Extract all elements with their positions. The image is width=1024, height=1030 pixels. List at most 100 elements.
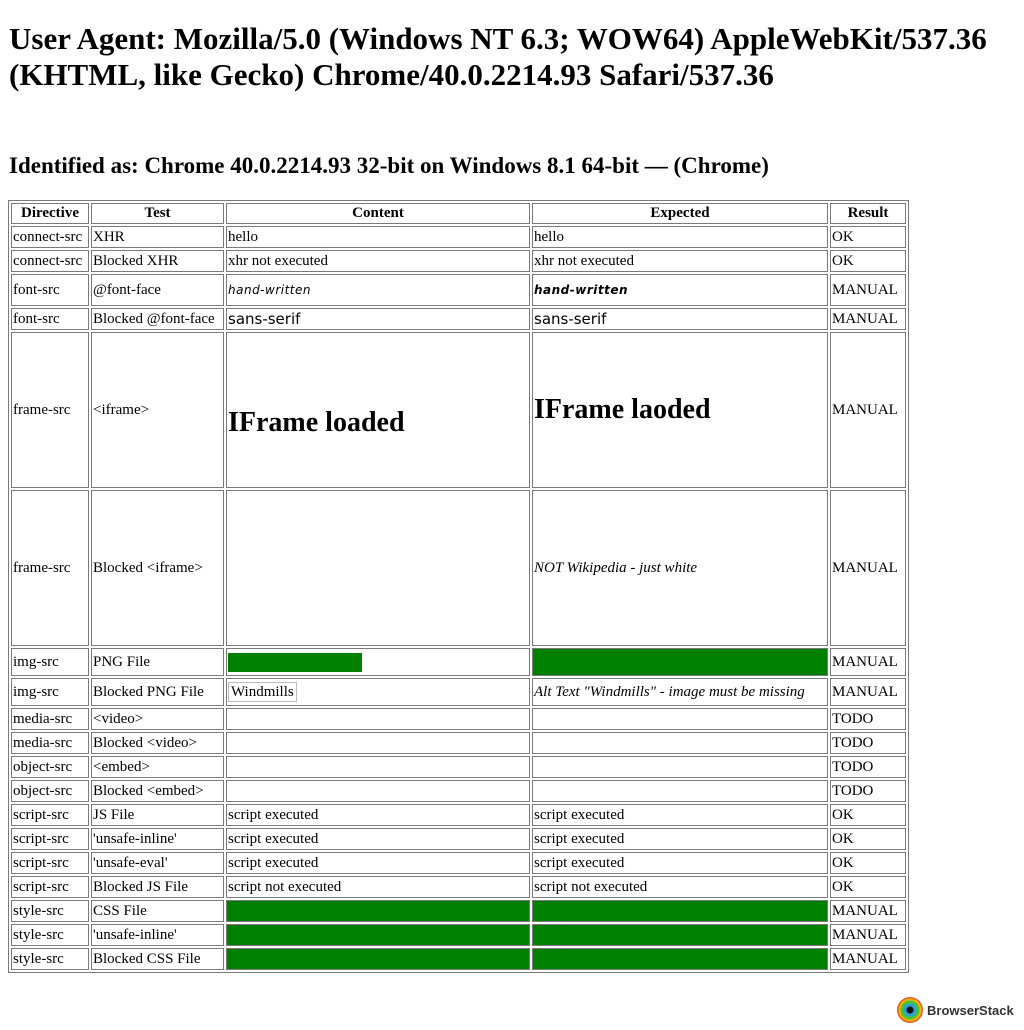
blocked-iframe-frame[interactable] — [226, 490, 530, 646]
result-cell: OK — [830, 852, 906, 874]
test-cell: Blocked PNG File — [91, 678, 224, 706]
test-cell: CSS File — [91, 900, 224, 922]
result-cell: MANUAL — [830, 308, 906, 330]
test-cell: Blocked <embed> — [91, 780, 224, 802]
column-header-result: Result — [830, 203, 906, 224]
directive-cell: object-src — [11, 756, 89, 778]
content-green-cell — [226, 948, 530, 970]
content-cell: script executed — [226, 852, 530, 874]
table-row: media-src Blocked <video> TODO — [11, 732, 906, 754]
content-cell: Windmills — [226, 678, 530, 706]
table-header-row: Directive Test Content Expected Result — [11, 203, 906, 224]
directive-cell: img-src — [11, 678, 89, 706]
content-cell: script not executed — [226, 876, 530, 898]
test-cell: 'unsafe-eval' — [91, 852, 224, 874]
expected-cell: xhr not executed — [532, 250, 828, 272]
result-cell: MANUAL — [830, 678, 906, 706]
test-cell: Blocked <video> — [91, 732, 224, 754]
content-cell: script executed — [226, 804, 530, 826]
result-cell: TODO — [830, 708, 906, 730]
table-row: style-src Blocked CSS File MANUAL — [11, 948, 906, 970]
table-row: script-src JS File script executed scrip… — [11, 804, 906, 826]
table-row: connect-src Blocked XHR xhr not executed… — [11, 250, 906, 272]
test-cell: 'unsafe-inline' — [91, 924, 224, 946]
directive-cell: media-src — [11, 732, 89, 754]
content-cell: hello — [226, 226, 530, 248]
content-cell: sans-serif — [226, 308, 530, 330]
test-cell: <embed> — [91, 756, 224, 778]
table-row: script-src 'unsafe-inline' script execut… — [11, 828, 906, 850]
test-cell: Blocked JS File — [91, 876, 224, 898]
result-cell: MANUAL — [830, 648, 906, 676]
iframe-loaded-text: IFrame loaded — [228, 407, 405, 438]
expected-cell: hand-written — [532, 274, 828, 306]
table-row: script-src Blocked JS File script not ex… — [11, 876, 906, 898]
table-row: style-src 'unsafe-inline' MANUAL — [11, 924, 906, 946]
directive-cell: object-src — [11, 780, 89, 802]
directive-cell: font-src — [11, 274, 89, 306]
result-cell: OK — [830, 226, 906, 248]
result-cell: OK — [830, 250, 906, 272]
browserstack-badge[interactable]: BrowserStack — [897, 996, 1022, 1024]
test-cell: Blocked @font-face — [91, 308, 224, 330]
directive-cell: script-src — [11, 828, 89, 850]
content-green-cell — [226, 900, 530, 922]
content-cell — [226, 756, 530, 778]
table-row: style-src CSS File MANUAL — [11, 900, 906, 922]
test-cell: <video> — [91, 708, 224, 730]
expected-green-cell — [532, 924, 828, 946]
test-cell: <iframe> — [91, 332, 224, 488]
expected-cell: IFrame laoded — [532, 332, 828, 488]
table-row: font-src @font-face hand-written hand-wr… — [11, 274, 906, 306]
directive-cell: script-src — [11, 804, 89, 826]
expected-cell: script executed — [532, 828, 828, 850]
expected-cell: Alt Text "Windmills" - image must be mis… — [532, 678, 828, 706]
column-header-directive: Directive — [11, 203, 89, 224]
test-cell: XHR — [91, 226, 224, 248]
expected-cell: hello — [532, 226, 828, 248]
content-green-cell — [226, 924, 530, 946]
table-row: font-src Blocked @font-face sans-serif s… — [11, 308, 906, 330]
expected-cell: script executed — [532, 852, 828, 874]
directive-cell: script-src — [11, 876, 89, 898]
result-cell: MANUAL — [830, 924, 906, 946]
table-row: object-src <embed> TODO — [11, 756, 906, 778]
table-row: frame-src Blocked <iframe> NOT Wikipedia… — [11, 490, 906, 646]
iframe-expected-text: IFrame laoded — [534, 394, 711, 425]
expected-green-cell — [532, 900, 828, 922]
expected-green-cell — [532, 948, 828, 970]
test-cell: PNG File — [91, 648, 224, 676]
table-row: media-src <video> TODO — [11, 708, 906, 730]
result-cell: TODO — [830, 732, 906, 754]
result-cell: TODO — [830, 780, 906, 802]
test-cell: Blocked <iframe> — [91, 490, 224, 646]
test-cell: 'unsafe-inline' — [91, 828, 224, 850]
table-row: frame-src <iframe> IFrame loaded IFrame … — [11, 332, 906, 488]
directive-cell: frame-src — [11, 490, 89, 646]
result-cell: MANUAL — [830, 490, 906, 646]
table-row: img-src Blocked PNG File Windmills Alt T… — [11, 678, 906, 706]
result-cell: OK — [830, 876, 906, 898]
directive-cell: connect-src — [11, 226, 89, 248]
directive-cell: font-src — [11, 308, 89, 330]
csp-results-table: Directive Test Content Expected Result c… — [8, 200, 909, 973]
test-cell: Blocked CSS File — [91, 948, 224, 970]
content-cell — [226, 708, 530, 730]
browserstack-label: BrowserStack — [927, 1002, 1014, 1018]
expected-cell — [532, 780, 828, 802]
directive-cell: style-src — [11, 924, 89, 946]
result-cell: OK — [830, 828, 906, 850]
expected-cell: NOT Wikipedia - just white — [532, 490, 828, 646]
test-cell: Blocked XHR — [91, 250, 224, 272]
test-cell: JS File — [91, 804, 224, 826]
iframe-frame[interactable]: IFrame loaded — [226, 332, 530, 488]
result-cell: MANUAL — [830, 948, 906, 970]
content-cell: xhr not executed — [226, 250, 530, 272]
directive-cell: media-src — [11, 708, 89, 730]
browserstack-logo-icon — [897, 997, 923, 1023]
user-agent-heading: User Agent: Mozilla/5.0 (Windows NT 6.3;… — [9, 21, 987, 92]
result-cell: MANUAL — [830, 274, 906, 306]
broken-image-alt-text: Windmills — [228, 682, 297, 702]
column-header-content: Content — [226, 203, 530, 224]
column-header-test: Test — [91, 203, 224, 224]
